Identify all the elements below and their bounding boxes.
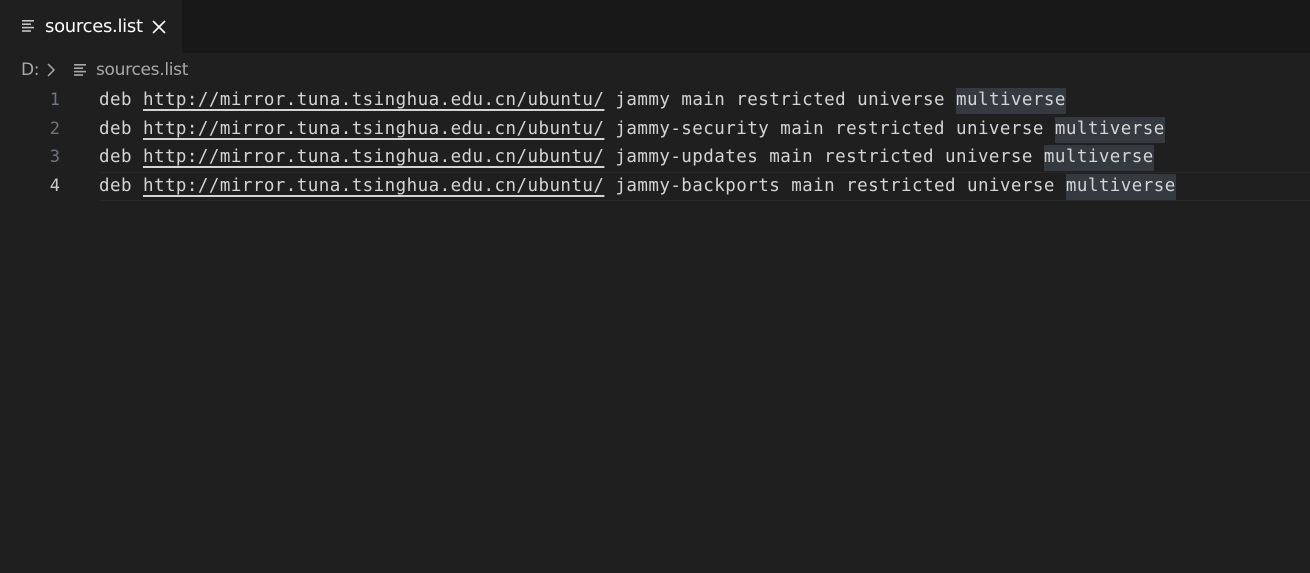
code-editor[interactable]: 1 deb http://mirror.tuna.tsinghua.edu.cn… <box>0 86 1310 573</box>
suite: jammy-updates <box>615 147 759 168</box>
tab-sources-list[interactable]: sources.list <box>0 0 182 53</box>
line-number: 4 <box>49 176 60 197</box>
line-number: 3 <box>49 147 60 168</box>
code-line[interactable]: 1 deb http://mirror.tuna.tsinghua.edu.cn… <box>0 86 1310 115</box>
mirror-url-link[interactable]: http://mirror.tuna.tsinghua.edu.cn/ubunt… <box>143 147 604 167</box>
file-lines-icon <box>22 20 34 32</box>
mirror-url-link[interactable]: http://mirror.tuna.tsinghua.edu.cn/ubunt… <box>143 90 604 110</box>
highlighted-word: multiverse <box>1043 145 1154 172</box>
suite: jammy-security <box>615 118 770 139</box>
code-line[interactable]: 3 deb http://mirror.tuna.tsinghua.edu.cn… <box>0 143 1310 172</box>
highlighted-word: multiverse <box>1054 116 1165 143</box>
source-type: deb <box>99 176 132 197</box>
suite: jammy-backports <box>615 176 781 197</box>
breadcrumb-file[interactable]: sources.list <box>96 58 188 82</box>
source-type: deb <box>99 90 132 110</box>
suite: jammy <box>615 90 671 110</box>
line-number: 2 <box>49 118 60 139</box>
line-content[interactable]: deb http://mirror.tuna.tsinghua.edu.cn/u… <box>99 145 1154 172</box>
source-type: deb <box>99 118 132 139</box>
line-number: 1 <box>49 90 60 110</box>
highlighted-word: multiverse <box>956 88 1066 114</box>
code-line[interactable]: 2 deb http://mirror.tuna.tsinghua.edu.cn… <box>0 115 1310 144</box>
line-content[interactable]: deb http://mirror.tuna.tsinghua.edu.cn/u… <box>99 88 1066 114</box>
tab-bar: sources.list <box>0 0 1310 53</box>
highlighted-word: multiverse <box>1065 174 1176 201</box>
chevron-right-icon <box>47 63 56 77</box>
line-content[interactable]: deb http://mirror.tuna.tsinghua.edu.cn/u… <box>99 174 1176 201</box>
line-content[interactable]: deb http://mirror.tuna.tsinghua.edu.cn/u… <box>99 116 1165 143</box>
components: main restricted universe <box>780 118 1044 139</box>
close-icon[interactable] <box>151 19 167 35</box>
file-lines-icon <box>74 64 86 76</box>
mirror-url-link[interactable]: http://mirror.tuna.tsinghua.edu.cn/ubunt… <box>143 119 604 139</box>
mirror-url-link[interactable]: http://mirror.tuna.tsinghua.edu.cn/ubunt… <box>143 176 604 196</box>
components: main restricted universe <box>681 90 945 110</box>
source-type: deb <box>99 147 132 168</box>
breadcrumb-drive[interactable]: D: <box>21 58 40 82</box>
components: main restricted universe <box>791 176 1055 197</box>
breadcrumb: D: sources.list <box>0 53 1310 87</box>
code-line-current[interactable]: 4 deb http://mirror.tuna.tsinghua.edu.cn… <box>0 172 1310 202</box>
tab-label: sources.list <box>45 16 143 37</box>
components: main restricted universe <box>769 147 1033 168</box>
